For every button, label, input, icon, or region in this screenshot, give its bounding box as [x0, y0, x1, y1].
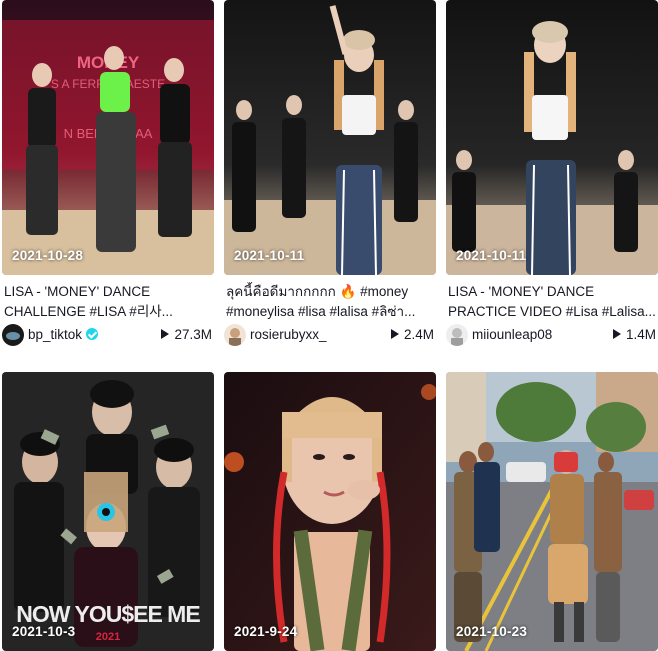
video-thumbnail[interactable]: 2021-10-23 [446, 372, 658, 651]
username[interactable]: rosierubyxx_ [250, 327, 327, 342]
view-count: 2.4M [390, 327, 434, 342]
video-thumbnail[interactable]: 2021-10-11 [446, 0, 658, 275]
upload-date: 2021-10-11 [456, 248, 527, 263]
video-meta: rosierubyxx_ 2.4M [224, 324, 436, 346]
upload-date: 2021-10-28 [12, 248, 84, 263]
username[interactable]: bp_tiktok [28, 327, 99, 342]
play-icon [612, 329, 621, 339]
video-thumbnail[interactable]: NOW YOU$EE ME 2021 2021-10-3 [2, 372, 214, 651]
view-count: 1.4M [612, 327, 656, 342]
video-thumbnail[interactable]: MONEY S A FERRY MAESTE N BEHT SWAA 2021-… [2, 0, 214, 275]
user-avatar-icon[interactable] [446, 324, 468, 346]
video-description[interactable]: LISA - 'MONEY' DANCE PRACTICE VIDEO #Lis… [448, 282, 658, 322]
video-description[interactable]: LISA - 'MONEY' DANCE CHALLENGE #LISA #리사… [4, 282, 214, 322]
video-grid: MONEY S A FERRY MAESTE N BEHT SWAA 2021-… [0, 0, 658, 651]
upload-date: 2021-10-11 [234, 248, 305, 263]
upload-date: 2021-10-3 [12, 624, 76, 639]
verified-badge-icon [86, 328, 99, 340]
play-icon [390, 329, 399, 339]
poster-year: 2021 [96, 631, 120, 643]
username[interactable]: miiounleap08 [472, 327, 552, 342]
video-thumbnail[interactable]: 2021-10-11 [224, 0, 436, 275]
upload-date: 2021-9-24 [234, 624, 298, 639]
user-avatar-icon[interactable] [224, 324, 246, 346]
play-icon [161, 329, 170, 339]
blackpink-logo-avatar-icon[interactable] [2, 324, 24, 346]
video-meta: bp_tiktok 27.3M [2, 324, 214, 346]
video-thumbnail[interactable]: 2021-9-24 [224, 372, 436, 651]
view-count: 27.3M [161, 327, 212, 342]
video-description[interactable]: ลุคนี้คือดีมากกกกก 🔥 #money #moneylisa #… [226, 282, 436, 322]
video-meta: miiounleap08 1.4M [446, 324, 658, 346]
upload-date: 2021-10-23 [456, 624, 528, 639]
